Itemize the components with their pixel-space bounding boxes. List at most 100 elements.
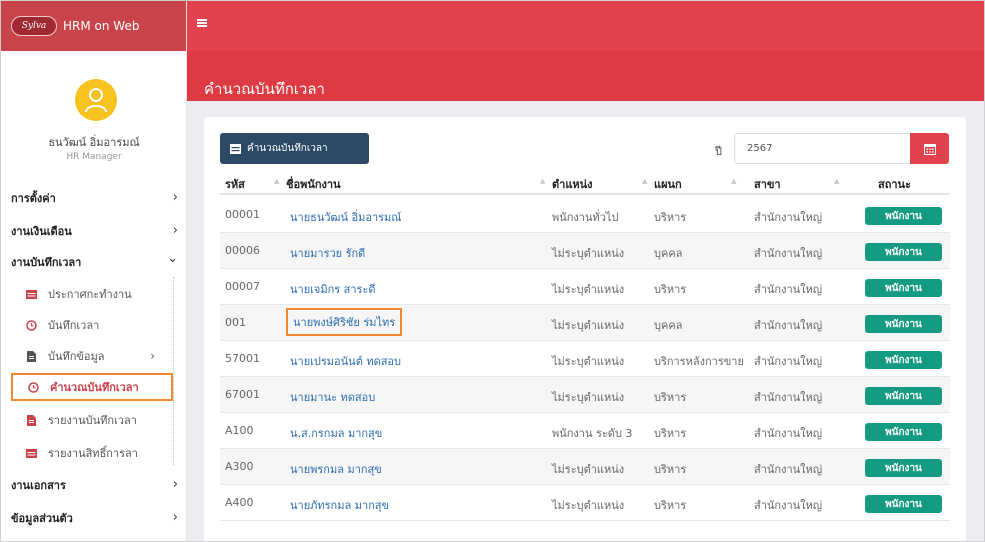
employee-code: 57001 [225, 352, 260, 365]
brand-logo: Sylva [11, 16, 57, 36]
chevron-right-icon: › [172, 223, 178, 238]
employee-name-link[interactable]: นายเปรมอนันต์ ทดสอบ [290, 352, 401, 370]
column-header-department[interactable]: แผนก [654, 175, 682, 193]
submenu-leave-report[interactable]: รายงานสิทธิ์การลา [11, 439, 173, 467]
submenu-time-record[interactable]: บันทึกเวลา [11, 311, 173, 339]
calendar-icon [230, 143, 241, 154]
employee-code: A300 [225, 460, 254, 473]
employee-name-link[interactable]: นายมารวย รักดี [290, 244, 365, 262]
sidebar-item-documents[interactable]: งานเอกสาร › [11, 475, 181, 495]
user-role: HR Manager [66, 152, 122, 162]
employee-position: ไม่ระบุตำแหน่ง [552, 499, 625, 512]
employee-name-link[interactable]: น.ส.กรกมล มากสุข [290, 424, 382, 442]
column-header-name[interactable]: ชื่อพนักงาน [286, 175, 341, 193]
submenu-label: บันทึกเวลา [48, 319, 100, 332]
employee-name-link[interactable]: นายภัทรกมล มากสุข [290, 496, 389, 514]
employee-code: 67001 [225, 388, 260, 401]
sidebar-item-personal-info[interactable]: ข้อมูลส่วนตัว › [11, 508, 181, 528]
page-title: คำนวณบันทึกเวลา [204, 80, 325, 98]
hamburger-menu-icon[interactable] [197, 19, 207, 27]
status-badge[interactable]: พนักงาน [865, 315, 942, 333]
sidebar-item-settings[interactable]: การตั้งค่า › [11, 188, 181, 208]
submenu-shift-announcement[interactable]: ประกาศกะทำงาน [11, 280, 173, 308]
employee-branch: สำนักงานใหญ่ [754, 427, 823, 440]
chevron-down-icon: ⌄ [167, 251, 178, 266]
employee-position: พนักงาน ระดับ 3 [552, 427, 633, 440]
employee-name-link[interactable]: นายมานะ ทดสอบ [290, 388, 375, 406]
app-window: Sylva HRM on Web ธนวัฒน์ อิ่มอารมณ์ HR M… [0, 0, 985, 542]
employee-branch: สำนักงานใหญ่ [754, 319, 823, 332]
table-row[interactable]: 00001 นายธนวัฒน์ อิ่มอารมณ์ พนักงานทั่วไป บ… [220, 197, 950, 233]
sidebar-item-label: งานบันทึกเวลา [11, 256, 82, 269]
clock-icon [24, 319, 38, 331]
employee-code: 001 [225, 316, 246, 329]
sort-icon[interactable]: ▲ [834, 177, 839, 185]
user-profile: ธนวัฒน์ อิ่มอารมณ์ HR Manager [1, 51, 186, 176]
submenu-label: บันทึกข้อมูล [48, 350, 105, 363]
status-badge[interactable]: พนักงาน [865, 243, 942, 261]
sort-icon[interactable]: ▲ [731, 177, 736, 185]
column-header-code[interactable]: รหัส [225, 175, 245, 193]
employee-name-link[interactable]: นายเจมิกร สาระดี [290, 280, 376, 298]
employee-department: บริหาร [654, 427, 687, 440]
status-badge[interactable]: พนักงาน [865, 459, 942, 477]
submenu-label: ประกาศกะทำงาน [48, 288, 132, 301]
submenu-data-entry[interactable]: บันทึกข้อมูล › [11, 342, 173, 370]
chevron-right-icon: › [172, 190, 178, 205]
employee-code: A100 [225, 424, 254, 437]
table-row[interactable]: A300 นายพรกมล มากสุข ไม่ระบุตำแหน่ง บริหาร ส… [220, 449, 950, 485]
status-badge[interactable]: พนักงาน [865, 279, 942, 297]
column-header-branch[interactable]: สาขา [754, 175, 781, 193]
table-row[interactable]: 00007 นายเจมิกร สาระดี ไม่ระบุตำแหน่ง บริหา… [220, 269, 950, 305]
employee-name-link[interactable]: นายธนวัฒน์ อิ่มอารมณ์ [290, 208, 402, 226]
calculate-time-button[interactable]: คำนวณบันทึกเวลา [220, 133, 369, 164]
status-badge[interactable]: พนักงาน [865, 351, 942, 369]
year-picker-button[interactable] [910, 133, 949, 164]
page-header: คำนวณบันทึกเวลา [187, 51, 984, 101]
column-header-position[interactable]: ตำแหน่ง [552, 175, 593, 193]
table-row[interactable]: 57001 นายเปรมอนันต์ ทดสอบ ไม่ระบุตำแหน่ง บร… [220, 341, 950, 377]
employee-position: ไม่ระบุตำแหน่ง [552, 247, 625, 260]
employee-name-link[interactable]: นายพงษ์ศิริชัย ร่มไทร [286, 308, 403, 336]
sort-icon[interactable]: ▲ [540, 177, 545, 185]
avatar[interactable] [75, 79, 117, 121]
sidebar-item-label: ข้อมูลส่วนตัว [11, 512, 73, 525]
calendar-icon [24, 289, 38, 299]
table-row[interactable]: 001 นายพงษ์ศิริชัย ร่มไทร ไม่ระบุตำแหน่ง บุ… [220, 305, 950, 341]
status-badge[interactable]: พนักงาน [865, 387, 942, 405]
submenu-label: รายงานสิทธิ์การลา [48, 447, 138, 460]
employee-department: บุคคล [654, 319, 683, 332]
status-badge[interactable]: พนักงาน [865, 423, 942, 441]
sort-icon[interactable]: ▲ [274, 177, 279, 185]
sidebar-item-label: งานเอกสาร [11, 479, 66, 492]
table-row[interactable]: 00006 นายมารวย รักดี ไม่ระบุตำแหน่ง บุคคล สำ… [220, 233, 950, 269]
column-header-status[interactable]: สถานะ [878, 175, 911, 193]
submenu-label: รายงานบันทึกเวลา [48, 414, 137, 427]
calculate-time-label: คำนวณบันทึกเวลา [247, 143, 328, 154]
employee-department: บริหาร [654, 463, 687, 476]
status-badge[interactable]: พนักงาน [865, 495, 942, 513]
clock-icon [26, 381, 40, 393]
brand-bar[interactable]: Sylva HRM on Web [1, 1, 186, 51]
top-navbar [187, 1, 984, 51]
sidebar-item-timekeeping[interactable]: งานบันทึกเวลา ⌄ [11, 251, 181, 272]
file-icon [24, 350, 38, 362]
submenu-calculate-time[interactable]: คำนวณบันทึกเวลา [11, 373, 173, 401]
calendar-icon [24, 448, 38, 458]
table-row[interactable]: 67001 นายมานะ ทดสอบ ไม่ระบุตำแหน่ง บริหาร สำ… [220, 377, 950, 413]
employee-name-link[interactable]: นายพรกมล มากสุข [290, 460, 382, 478]
employee-department: บริหาร [654, 499, 687, 512]
table-row[interactable]: A400 นายภัทรกมล มากสุข ไม่ระบุตำแหน่ง บริหา… [220, 485, 950, 521]
year-input[interactable] [734, 133, 910, 164]
submenu-time-report[interactable]: รายงานบันทึกเวลา [11, 406, 173, 434]
sidebar-item-payroll[interactable]: งานเงินเดือน › [11, 221, 181, 241]
table-row[interactable]: A100 น.ส.กรกมล มากสุข พนักงาน ระดับ 3 บริหา… [220, 413, 950, 449]
chevron-right-icon: › [150, 349, 155, 363]
employee-department: บริหาร [654, 391, 687, 404]
brand-name: HRM on Web [63, 19, 140, 33]
employee-branch: สำนักงานใหญ่ [754, 247, 823, 260]
status-badge[interactable]: พนักงาน [865, 207, 942, 225]
sort-icon[interactable]: ▲ [642, 177, 647, 185]
table-header: รหัส ▲ ชื่อพนักงาน ▲ ตำแหน่ง ▲ แผนก ▲ สา… [220, 169, 950, 195]
employee-department: บริการหลังการขาย [654, 355, 744, 368]
